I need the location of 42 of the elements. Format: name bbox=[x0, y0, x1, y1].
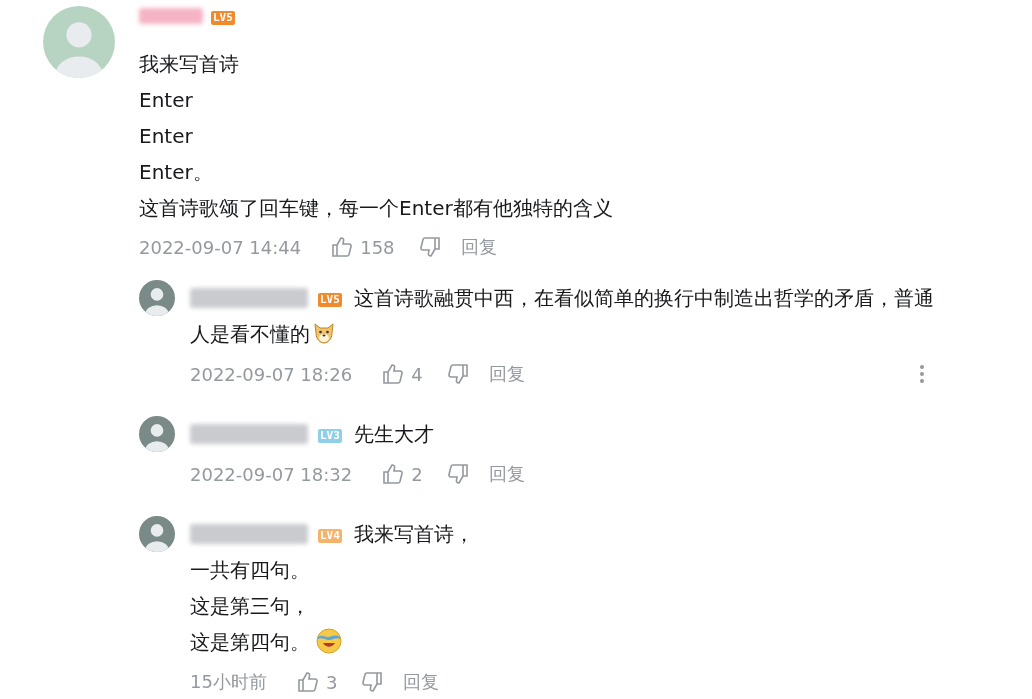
reply-link[interactable]: 回复 bbox=[403, 670, 440, 694]
level-badge: LV3 bbox=[318, 429, 342, 443]
like-count: 3 bbox=[325, 671, 338, 693]
thumbs-down-icon[interactable] bbox=[446, 463, 469, 485]
reply-link[interactable]: 回复 bbox=[488, 362, 525, 386]
reply-text: 我来写首诗， bbox=[353, 522, 474, 546]
timestamp: 2022-09-07 14:44 bbox=[139, 236, 302, 258]
reply-text: 这是第三句， bbox=[190, 594, 310, 618]
comment-text: 我来写首诗 bbox=[139, 52, 239, 76]
thumbs-up-icon[interactable] bbox=[382, 363, 405, 385]
comment-text: Enter bbox=[139, 88, 193, 112]
timestamp: 2022-09-07 18:32 bbox=[190, 463, 353, 485]
level-badge: LV5 bbox=[318, 293, 342, 307]
thumbs-up-icon[interactable] bbox=[382, 463, 405, 485]
thumbs-up-icon[interactable] bbox=[296, 671, 319, 693]
reply-text: 这首诗歌融贯中西，在看似简单的换行中制造出哲学的矛盾，普通 bbox=[353, 286, 934, 310]
level-badge: LV5 bbox=[211, 11, 235, 25]
level-badge: LV4 bbox=[318, 529, 342, 543]
reply-link[interactable]: 回复 bbox=[488, 462, 525, 486]
comment-text: Enter。 bbox=[139, 160, 213, 184]
dog-emoji-icon bbox=[312, 321, 336, 345]
like-count: 158 bbox=[360, 236, 395, 258]
avatar[interactable] bbox=[139, 416, 175, 452]
reply-text: 一共有四句。 bbox=[190, 558, 310, 582]
timestamp: 2022-09-07 18:26 bbox=[190, 363, 353, 385]
comment-text: 这首诗歌颂了回车键，每一个Enter都有他独特的含义 bbox=[139, 196, 613, 220]
avatar[interactable] bbox=[139, 516, 175, 552]
thumbs-down-icon[interactable] bbox=[446, 363, 469, 385]
avatar[interactable] bbox=[139, 280, 175, 316]
more-options-icon[interactable] bbox=[919, 364, 925, 384]
like-count: 4 bbox=[411, 363, 423, 385]
thumbs-up-icon[interactable] bbox=[331, 236, 354, 258]
laughing-emoji-icon bbox=[316, 628, 342, 654]
reply-text: 这是第四句。 bbox=[190, 630, 310, 654]
reply-link[interactable]: 回复 bbox=[460, 235, 497, 259]
thumbs-down-icon[interactable] bbox=[361, 671, 384, 693]
reply-text: 人是看不懂的 bbox=[190, 322, 310, 346]
comment-text: Enter bbox=[139, 124, 193, 148]
like-count: 2 bbox=[411, 463, 423, 485]
thumbs-down-icon[interactable] bbox=[418, 236, 441, 258]
reply-text: 先生大才 bbox=[353, 422, 434, 446]
timestamp: 15小时前 bbox=[190, 670, 267, 694]
